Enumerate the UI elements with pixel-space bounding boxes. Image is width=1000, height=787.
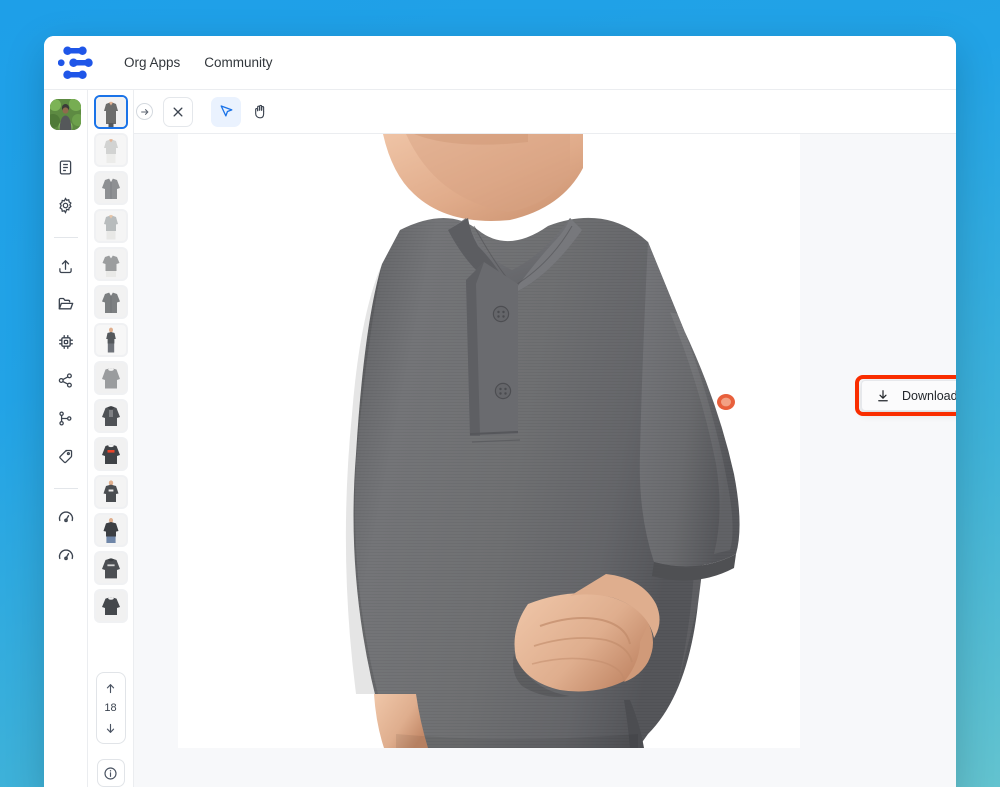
nav-org-apps[interactable]: Org Apps: [112, 36, 192, 90]
thumbnail-zip-hoodie-model[interactable]: [94, 513, 128, 547]
app-window: Org Apps Community: [44, 36, 956, 787]
thumbnail-logo-crewneck[interactable]: [94, 437, 128, 471]
thumbnail-hooded-model[interactable]: [94, 475, 128, 509]
rail-item-settings[interactable]: [51, 190, 81, 220]
rail-item-documents[interactable]: [51, 152, 81, 182]
app-body: 18: [44, 90, 956, 787]
thumbnail-pager[interactable]: 18: [96, 672, 126, 744]
left-rail: [44, 90, 88, 787]
molecule-logo-icon[interactable]: [54, 40, 100, 86]
tool-select[interactable]: [211, 97, 241, 127]
thumbnail-gray-tshirt-flat[interactable]: [94, 247, 128, 281]
thumbnail-light-gray-shirt[interactable]: [94, 209, 128, 243]
thumbnail-dark-hoodie[interactable]: [94, 399, 128, 433]
thumbnail-count-label: 18: [104, 701, 116, 715]
image-canvas[interactable]: Download: [134, 134, 956, 787]
thumbnail-white-polo-model[interactable]: [94, 133, 128, 167]
arrow-down-icon[interactable]: [100, 718, 122, 738]
rail-item-files[interactable]: [51, 289, 81, 319]
thumbnail-gray-polo-model[interactable]: [94, 95, 128, 129]
tool-pan[interactable]: [245, 97, 275, 127]
download-icon: [876, 389, 890, 403]
rail-divider-1: [54, 237, 78, 238]
rail-item-metrics[interactable]: [51, 502, 81, 532]
rail-item-performance[interactable]: [51, 540, 81, 570]
thumbnail-dark-sweatshirt[interactable]: [94, 589, 128, 623]
artboard-product-image[interactable]: [178, 134, 800, 748]
thumbnail-pullover-hoodie[interactable]: [94, 551, 128, 585]
thumbnail-dark-polo-full-body[interactable]: [94, 323, 128, 357]
canvas-toolbar: [134, 90, 956, 134]
thumbnail-charcoal-shirt[interactable]: [94, 285, 128, 319]
thumbnail-gray-sweater[interactable]: [94, 361, 128, 395]
rail-item-upload[interactable]: [51, 251, 81, 281]
user-avatar[interactable]: [50, 99, 81, 130]
rail-item-versions[interactable]: [51, 403, 81, 433]
rail-item-tags[interactable]: [51, 441, 81, 471]
rail-divider-2: [54, 488, 78, 489]
rail-item-models[interactable]: [51, 327, 81, 357]
info-icon[interactable]: [97, 759, 125, 787]
main-pane: Download: [134, 90, 956, 787]
gray-polo-shirt-on-male-model: [178, 134, 800, 748]
arrow-right-circle-icon[interactable]: [136, 103, 153, 120]
close-icon[interactable]: [163, 97, 193, 127]
nav-community[interactable]: Community: [192, 36, 284, 90]
download-label: Download: [902, 389, 956, 403]
rail-item-share[interactable]: [51, 365, 81, 395]
arrow-up-icon[interactable]: [100, 678, 122, 698]
thumbnail-strip[interactable]: 18: [88, 90, 134, 787]
thumbnail-gray-dress-shirt[interactable]: [94, 171, 128, 205]
download-menu-item[interactable]: Download: [861, 380, 956, 411]
top-navigation-bar: Org Apps Community: [44, 36, 956, 90]
